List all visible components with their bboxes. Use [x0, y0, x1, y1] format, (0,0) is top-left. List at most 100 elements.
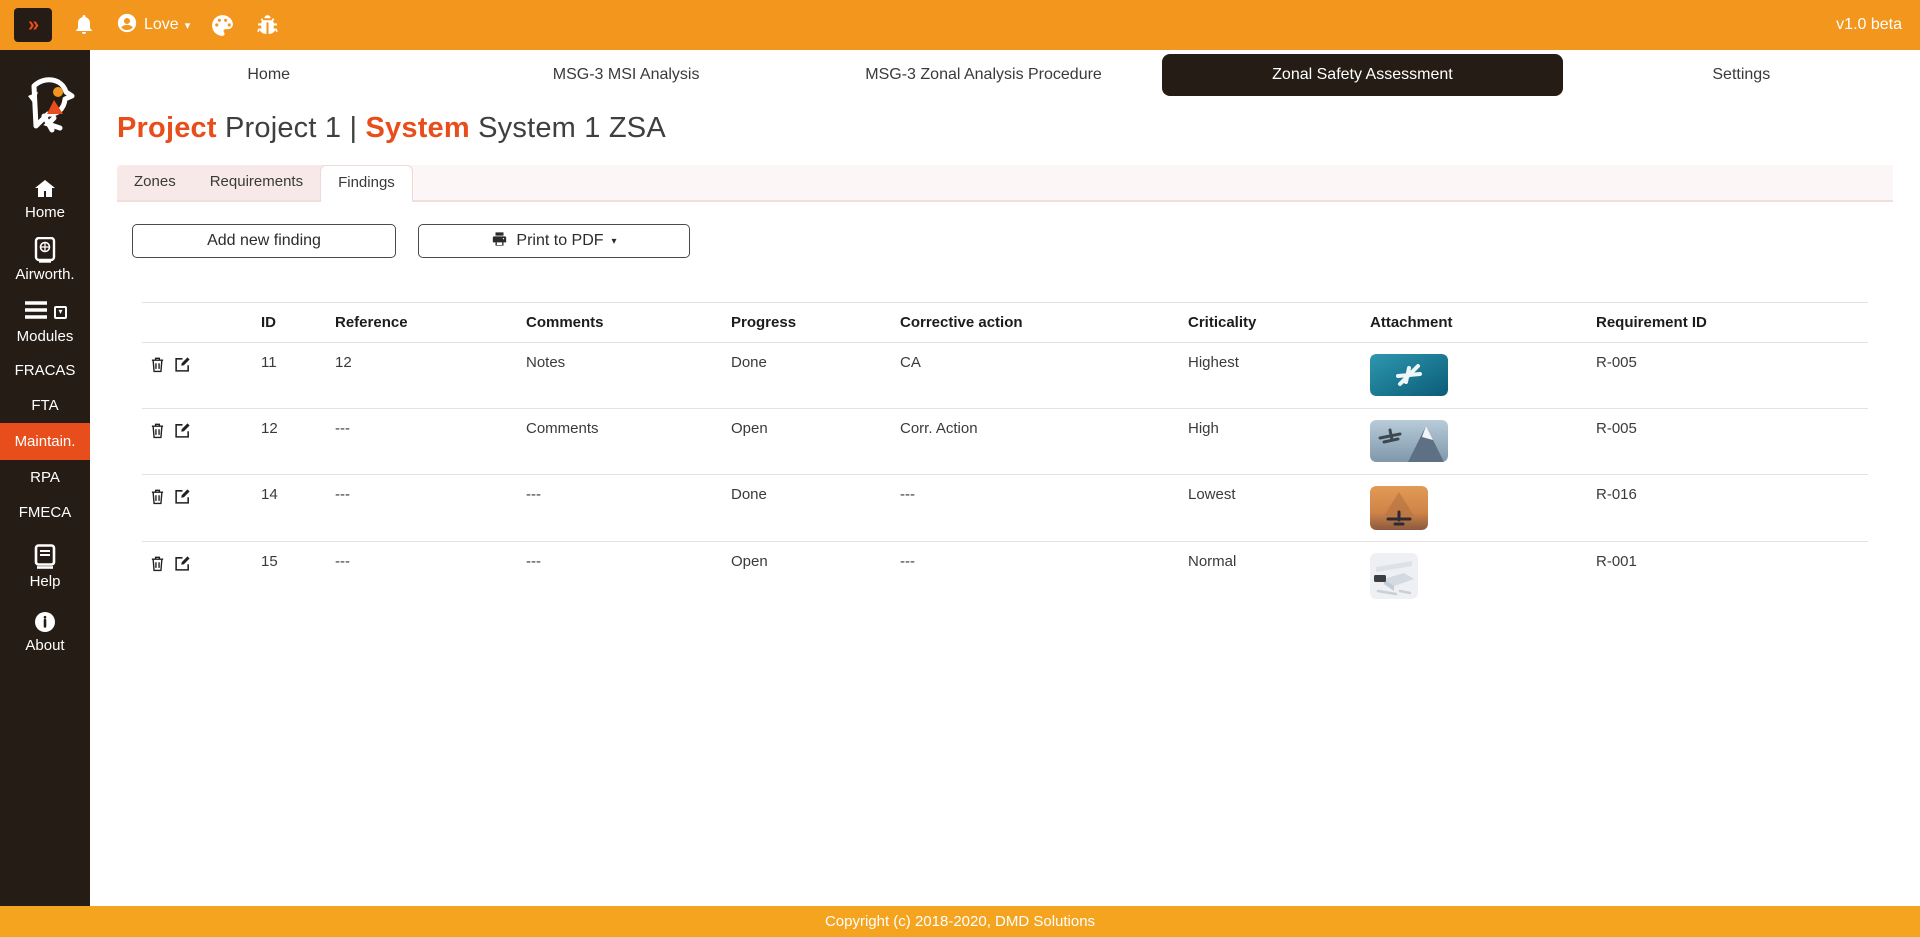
info-icon	[0, 610, 90, 634]
sidebar-item-home[interactable]: Home	[0, 169, 90, 229]
sidebar-item-label: Modules	[17, 328, 74, 345]
tab-requirements[interactable]: Requirements	[193, 165, 320, 200]
sidebar-item-rpa[interactable]: RPA	[0, 460, 90, 495]
delete-button[interactable]	[150, 422, 165, 439]
cell-requirement-id: R-005	[1588, 343, 1868, 409]
user-icon	[116, 12, 138, 39]
cell-reference: ---	[327, 409, 518, 475]
sidebar-item-label: FRACAS	[15, 362, 76, 379]
table-row: 12 --- Comments Open Corr. Action High R…	[142, 409, 1868, 475]
column-header-criticality: Criticality	[1180, 303, 1362, 343]
sidebar-item-airworthiness[interactable]: Airworth.	[0, 229, 90, 291]
system-label: System	[366, 112, 470, 144]
cell-criticality: Normal	[1180, 542, 1362, 611]
cell-comments: ---	[518, 475, 723, 542]
sidebar-item-label: Help	[30, 573, 61, 590]
main-area: Home MSG-3 MSI Analysis MSG-3 Zonal Anal…	[90, 50, 1920, 906]
add-new-finding-button[interactable]: Add new finding	[132, 224, 396, 258]
cell-comments: Comments	[518, 409, 723, 475]
palette-icon	[210, 13, 235, 38]
user-menu[interactable]: Love ▾	[116, 12, 190, 39]
sidebar-item-fmeca[interactable]: FMECA	[0, 495, 90, 530]
nav-item-msg3-msi-analysis[interactable]: MSG-3 MSI Analysis	[447, 50, 804, 100]
chevron-down-icon: ▾	[612, 236, 617, 247]
modules-dropdown-icon: ▾	[54, 306, 67, 319]
sidebar-item-label: FTA	[31, 397, 58, 414]
table-row: 15 --- --- Open --- Normal R-001	[142, 542, 1868, 611]
cell-corrective-action: CA	[892, 343, 1180, 409]
add-button-label: Add new finding	[207, 232, 321, 250]
system-value: System 1 ZSA	[478, 112, 666, 144]
tab-findings[interactable]: Findings	[320, 165, 413, 202]
sidebar-item-label: RPA	[30, 469, 60, 486]
cell-comments: Notes	[518, 343, 723, 409]
edit-button[interactable]	[174, 356, 191, 373]
column-header-corrective-action: Corrective action	[892, 303, 1180, 343]
attachment-thumbnail[interactable]	[1370, 553, 1580, 599]
findings-table: ID Reference Comments Progress Correctiv…	[142, 302, 1868, 610]
theme-button[interactable]	[210, 13, 235, 38]
sidebar-item-about[interactable]: About	[0, 602, 90, 662]
sidebar-item-label: About	[25, 637, 64, 654]
cell-corrective-action: Corr. Action	[892, 409, 1180, 475]
nav-item-zonal-safety-assessment[interactable]: Zonal Safety Assessment	[1162, 54, 1562, 96]
cell-corrective-action: ---	[892, 475, 1180, 542]
printer-icon	[491, 231, 508, 252]
edit-button[interactable]	[174, 488, 191, 505]
sidebar-item-label: Maintain.	[15, 433, 76, 450]
chevron-down-icon: ▾	[185, 19, 191, 32]
sidebar-item-help[interactable]: Help	[0, 536, 90, 598]
delete-button[interactable]	[150, 555, 165, 572]
bug-icon	[255, 13, 280, 38]
project-label: Project	[117, 112, 217, 144]
delete-button[interactable]	[150, 488, 165, 505]
cell-progress: Done	[723, 475, 892, 542]
attachment-thumbnail[interactable]	[1370, 486, 1580, 530]
sidebar-toggle-button[interactable]: »	[14, 8, 52, 42]
toolbar: Add new finding Print to PDF ▾	[132, 224, 1893, 258]
cell-id: 14	[253, 475, 327, 542]
cell-corrective-action: ---	[892, 542, 1180, 611]
column-header-progress: Progress	[723, 303, 892, 343]
menu-bars-icon	[23, 299, 49, 325]
cell-progress: Open	[723, 409, 892, 475]
home-icon	[0, 177, 90, 201]
notifications-button[interactable]	[72, 13, 96, 37]
attachment-thumbnail[interactable]	[1370, 354, 1580, 396]
cell-requirement-id: R-016	[1588, 475, 1868, 542]
sidebar-item-maintain[interactable]: Maintain.	[0, 423, 90, 460]
cell-criticality: High	[1180, 409, 1362, 475]
sidebar-item-fracas[interactable]: FRACAS	[0, 353, 90, 388]
column-header-attachment: Attachment	[1362, 303, 1588, 343]
column-header-comments: Comments	[518, 303, 723, 343]
cell-reference: ---	[327, 475, 518, 542]
nav-item-home[interactable]: Home	[90, 50, 447, 100]
tab-zones[interactable]: Zones	[117, 165, 193, 200]
nav-item-settings[interactable]: Settings	[1563, 50, 1920, 100]
print-button-label: Print to PDF	[516, 232, 603, 250]
top-bar: » Love ▾ v1.0 beta	[0, 0, 1920, 50]
delete-button[interactable]	[150, 356, 165, 373]
cell-id: 12	[253, 409, 327, 475]
project-value: Project 1	[225, 112, 341, 144]
version-label: v1.0 beta	[1836, 16, 1902, 34]
actions-column-header	[142, 303, 253, 343]
tab-strip: Zones Requirements Findings	[117, 165, 1893, 202]
cell-requirement-id: R-005	[1588, 409, 1868, 475]
edit-button[interactable]	[174, 422, 191, 439]
column-header-requirement-id: Requirement ID	[1588, 303, 1868, 343]
sidebar-item-label: Airworth.	[15, 266, 74, 283]
print-to-pdf-button[interactable]: Print to PDF ▾	[418, 224, 690, 258]
attachment-thumbnail[interactable]	[1370, 420, 1580, 462]
copyright-label: Copyright (c) 2018-2020, DMD Solutions	[825, 913, 1095, 930]
sidebar-item-modules[interactable]: ▾ Modules	[0, 291, 90, 353]
nav-item-msg3-zonal-analysis-procedure[interactable]: MSG-3 Zonal Analysis Procedure	[805, 50, 1162, 100]
title-separator: |	[350, 112, 358, 144]
sidebar-item-fta[interactable]: FTA	[0, 388, 90, 423]
robin-logo	[14, 72, 76, 143]
table-row: 11 12 Notes Done CA Highest R-005	[142, 343, 1868, 409]
edit-button[interactable]	[174, 555, 191, 572]
cell-id: 15	[253, 542, 327, 611]
debug-button[interactable]	[255, 13, 280, 38]
passport-globe-icon	[0, 237, 90, 263]
